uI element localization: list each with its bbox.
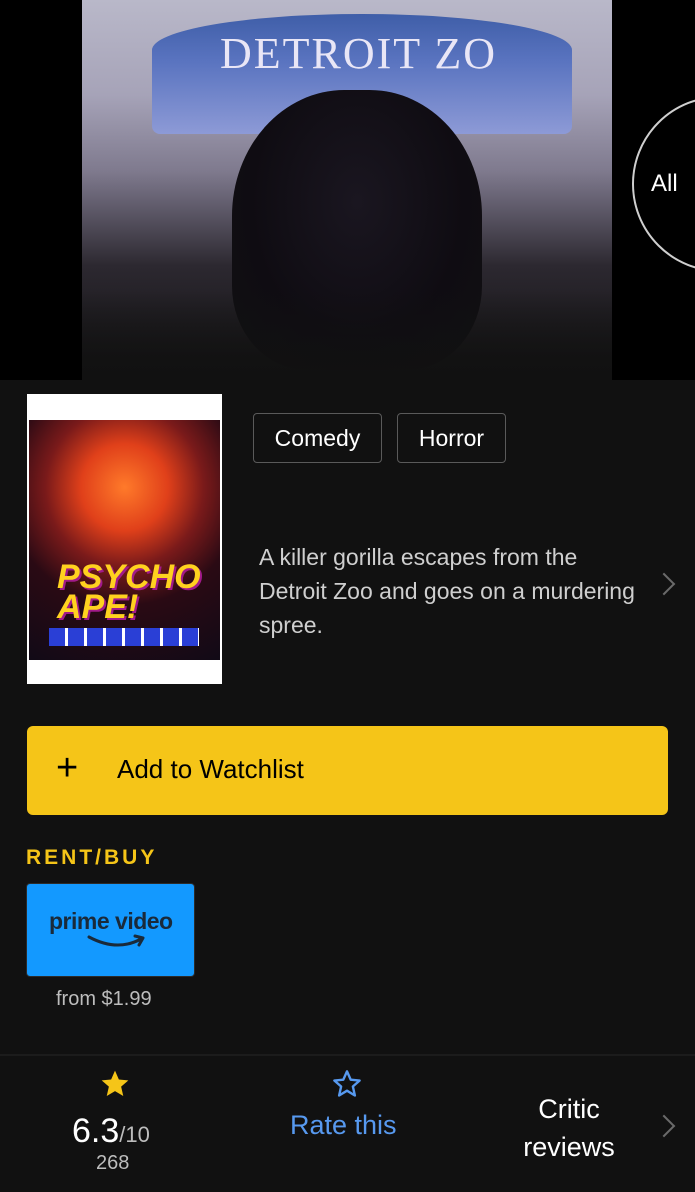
poster-title: PSYCHO APE! [57,558,201,626]
rent-buy-heading: RENT/BUY [26,846,158,869]
prime-video-logo-text: prime video [49,908,173,934]
genre-chip-horror[interactable]: Horror [397,413,506,463]
imdb-rating[interactable]: 6.3/10 [72,1112,150,1151]
movie-poster[interactable]: PSYCHO APE! [27,394,222,684]
prime-smile-icon [87,934,145,947]
imdb-score: 6.3 [72,1112,120,1150]
watchlist-label: Add to Watchlist [117,754,304,784]
poster-cast-strip [49,628,199,646]
hero-image[interactable]: DETROIT ZO All [0,0,695,380]
star-outline-icon[interactable] [331,1068,363,1100]
plus-icon: + [56,747,79,789]
chevron-right-icon[interactable] [652,572,676,596]
plot-summary[interactable]: A killer gorilla escapes from the Detroi… [259,540,639,642]
hero-fade [82,290,612,380]
rate-this-button[interactable]: Rate this [290,1110,397,1141]
zoo-sign-text: DETROIT ZO [220,29,498,78]
add-to-watchlist-button[interactable]: + Add to Watchlist [27,726,668,815]
price-label: from $1.99 [56,988,152,1010]
hero-video-frame: DETROIT ZO [82,0,612,380]
vote-count: 268 [96,1152,130,1174]
imdb-scale: /10 [119,1122,150,1147]
critic-reviews-link[interactable]: Critic reviews [510,1090,628,1166]
genre-chip-comedy[interactable]: Comedy [253,413,382,463]
prime-video-button[interactable]: prime video [26,883,195,977]
gallery-all-label[interactable]: All [651,170,678,198]
star-filled-icon [101,1070,129,1096]
